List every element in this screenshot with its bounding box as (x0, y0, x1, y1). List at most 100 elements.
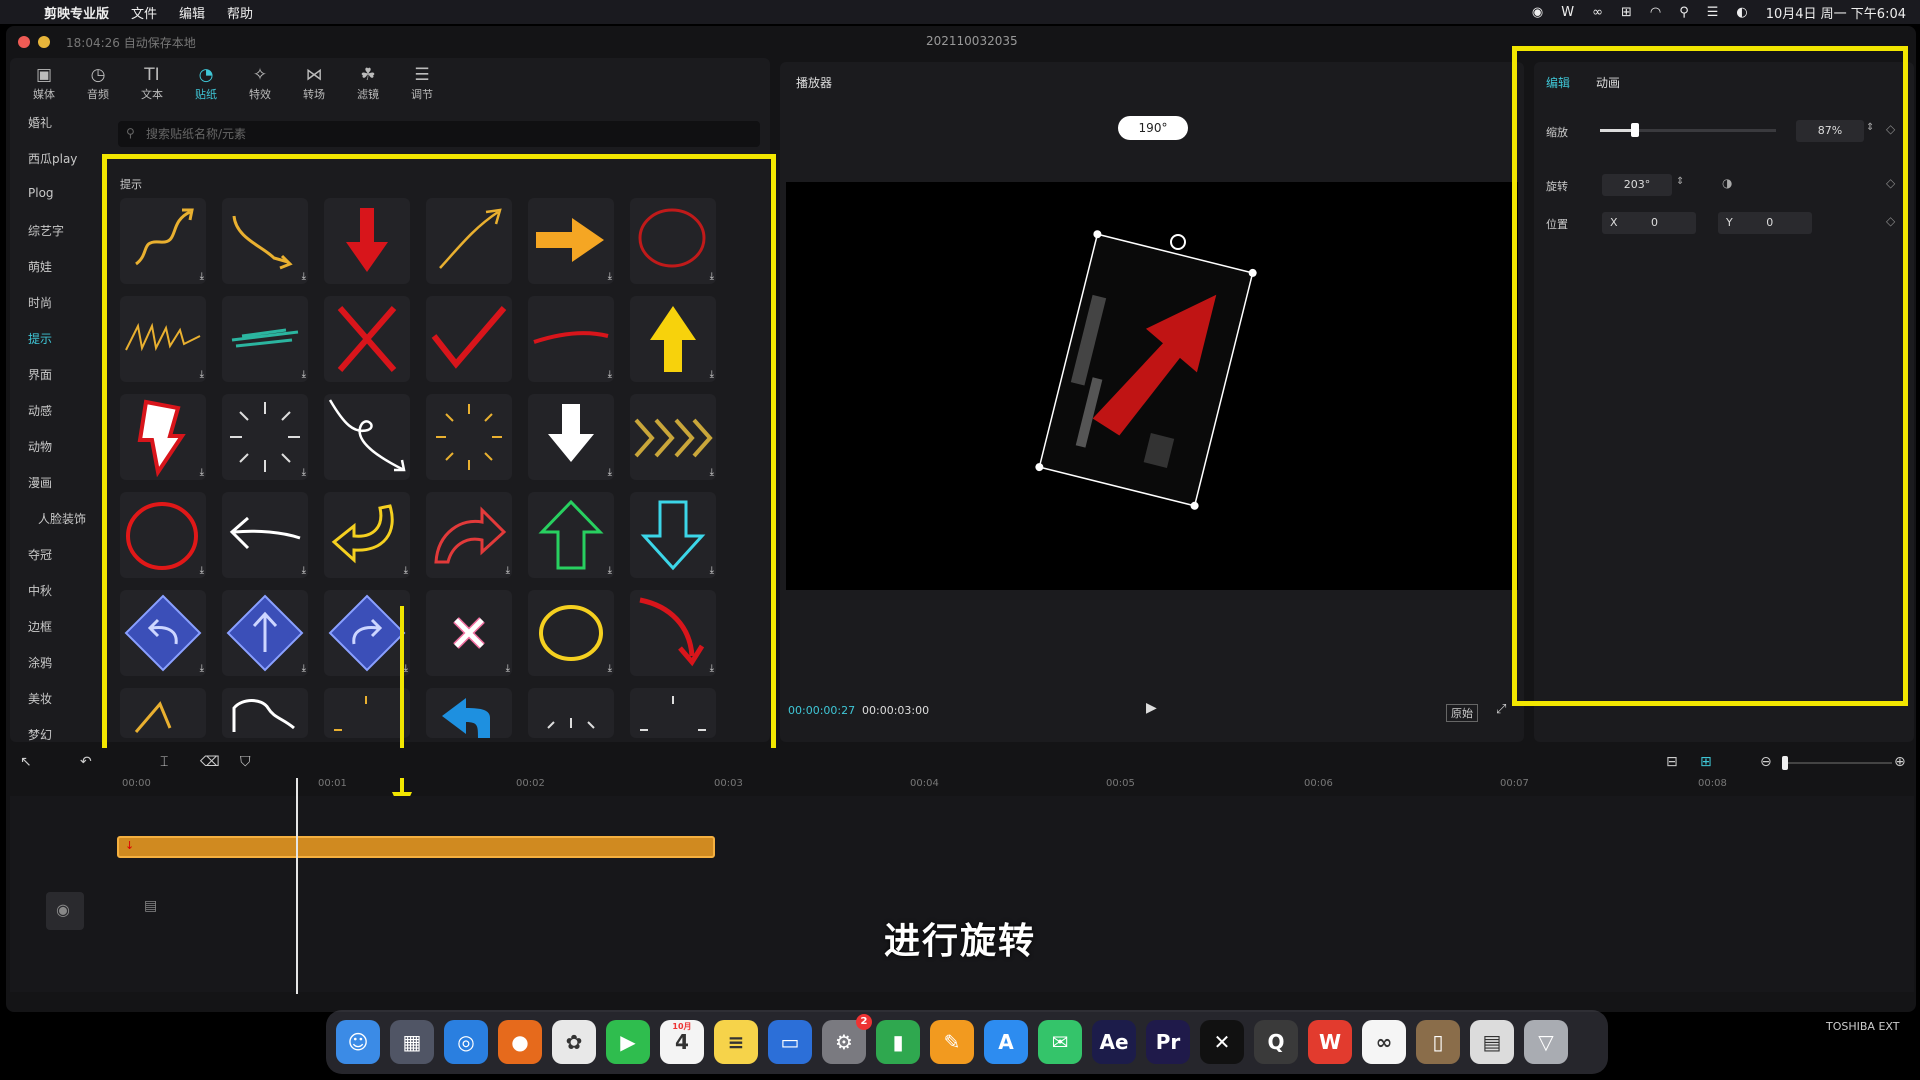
fullscreen-icon[interactable]: ⤢ (1496, 702, 1506, 717)
notes-icon[interactable]: ≡ (714, 1020, 758, 1064)
autosave-status: 18:04:26 自动保存本地 (66, 36, 196, 50)
tool-sticker[interactable]: ◔ 贴纸 (184, 64, 228, 102)
category-item[interactable]: 动感 (28, 402, 52, 419)
app-store-icon[interactable]: A (984, 1020, 1028, 1064)
category-item[interactable]: 综艺字 (28, 222, 64, 239)
undo-icon[interactable]: ↶ (80, 754, 92, 770)
category-item[interactable]: 边框 (28, 618, 52, 635)
category-item[interactable]: 萌娃 (28, 258, 52, 275)
current-time: 00:00:00:27 (788, 704, 856, 717)
menu-file[interactable]: 文件 (131, 3, 157, 22)
snap-icon[interactable]: ⊟ (1666, 754, 1678, 770)
after-effects-icon[interactable]: Ae (1092, 1020, 1136, 1064)
sticker-clip[interactable]: ↓ (117, 836, 715, 858)
delete-icon[interactable]: ⌫ (200, 754, 220, 770)
link-icon[interactable]: ⊞ (1700, 754, 1712, 770)
baidu-status-icon[interactable]: ∞ (1592, 5, 1603, 20)
category-item[interactable]: 中秋 (28, 582, 52, 599)
tool-audio[interactable]: ◷ 音频 (76, 64, 120, 102)
document-icon[interactable]: ▯ (1416, 1020, 1460, 1064)
firefox-icon[interactable]: ● (498, 1020, 542, 1064)
trash-icon[interactable]: ▽ (1524, 1020, 1568, 1064)
wps-status-icon[interactable]: W (1561, 5, 1574, 20)
freeze-icon[interactable]: ⛉ (240, 754, 251, 770)
screen-record-icon[interactable]: ◉ (1532, 5, 1543, 20)
wifi-icon[interactable]: ◠ (1650, 5, 1661, 20)
annotation-highlight-box (1512, 46, 1908, 706)
menu-help[interactable]: 帮助 (227, 3, 253, 22)
rotated-sticker-preview[interactable] (786, 182, 1518, 590)
baidu-netdisk-icon[interactable]: ∞ (1362, 1020, 1406, 1064)
calendar-icon[interactable]: 4 10月 (660, 1020, 704, 1064)
siri-icon[interactable]: ◐ (1736, 5, 1747, 20)
ruler-tick: 00:01 (318, 778, 347, 789)
photos-icon[interactable]: ✿ (552, 1020, 596, 1064)
close-window-button[interactable] (18, 36, 30, 48)
control-center-icon[interactable]: ☰ (1707, 5, 1719, 20)
facetime-icon[interactable]: ▶ (606, 1020, 650, 1064)
clock[interactable]: 10月4日 周一 下午6:04 (1766, 3, 1906, 22)
category-item[interactable]: 人脸装饰 (38, 510, 86, 527)
finder-icon[interactable]: ☺ (336, 1020, 380, 1064)
tool-transition[interactable]: ⋈ 转场 (292, 64, 336, 102)
play-button[interactable]: ▶ (1146, 700, 1157, 716)
category-item[interactable]: 婚礼 (28, 114, 52, 131)
zoom-slider[interactable] (1782, 762, 1892, 764)
system-preferences-icon[interactable]: ⚙ 2 (822, 1014, 872, 1064)
category-item[interactable]: 夺冠 (28, 546, 52, 563)
wechat-icon[interactable]: ✉ (1038, 1020, 1082, 1064)
category-item[interactable]: 动物 (28, 438, 52, 455)
quicktime-icon[interactable]: Q (1254, 1020, 1298, 1064)
category-item[interactable]: 漫画 (28, 474, 52, 491)
filter-icon: ☘ (360, 65, 376, 85)
minimize-window-button[interactable] (38, 36, 50, 48)
ruler-tick: 00:00 (122, 778, 151, 789)
total-time: 00:00:03:00 (862, 704, 930, 717)
rotate-handle-icon[interactable] (1170, 234, 1186, 250)
zoom-slider-handle[interactable] (1782, 756, 1788, 770)
ruler-tick: 00:08 (1698, 778, 1727, 789)
external-drive-label[interactable]: TOSHIBA EXT (1826, 1020, 1899, 1033)
input-method-icon[interactable]: ⊞ (1621, 5, 1632, 20)
category-item[interactable]: 时尚 (28, 294, 52, 311)
category-item[interactable]: 美妆 (28, 690, 52, 707)
ruler-tick: 00:04 (910, 778, 939, 789)
category-item[interactable]: 西瓜play (28, 150, 77, 167)
sticker-icon: ◔ (198, 65, 214, 85)
category-item-active[interactable]: 提示 (28, 330, 52, 347)
wps-icon[interactable]: W (1308, 1020, 1352, 1064)
sticker-search-input[interactable]: 搜索贴纸名称/元素 (118, 121, 760, 147)
numbers-icon[interactable]: ▮ (876, 1020, 920, 1064)
keynote-icon[interactable]: ▭ (768, 1020, 812, 1064)
app-menu[interactable]: 剪映专业版 (44, 3, 109, 22)
category-item[interactable]: 界面 (28, 366, 52, 383)
select-tool-icon[interactable]: ↖ (20, 754, 32, 770)
tool-text[interactable]: TI 文本 (130, 64, 174, 102)
launchpad-icon[interactable]: ▦ (390, 1020, 434, 1064)
category-item[interactable]: 梦幻 (28, 726, 52, 743)
timeline-toolbar: ↖ ↶ ⌶ ⌫ ⛉ ⊟ ⊞ ⊖ ⊕ (10, 748, 1914, 778)
pages-icon[interactable]: ✎ (930, 1020, 974, 1064)
project-title: 202110032035 (926, 34, 1018, 48)
ratio-button[interactable]: 原始 (1446, 704, 1478, 722)
player-title: 播放器 (796, 76, 833, 90)
player-canvas[interactable] (786, 182, 1518, 590)
menu-edit[interactable]: 编辑 (179, 3, 205, 22)
dock: ☺ ▦ ◎ ● ✿ ▶ 4 10月 ≡ ▭ ⚙ 2 ▮ ✎ A ✉ Ae Pr ✕ Q W ∞ ▯ ▤ ▽ (326, 1010, 1608, 1074)
tool-media[interactable]: ▣ 媒体 (22, 64, 66, 102)
safari-icon[interactable]: ◎ (444, 1020, 488, 1064)
tool-filter[interactable]: ☘ 滤镜 (346, 64, 390, 102)
zoom-in-icon[interactable]: ⊕ (1894, 754, 1906, 770)
tool-adjust[interactable]: ☰ 调节 (400, 64, 444, 102)
preview-icon[interactable]: ▤ (1470, 1020, 1514, 1064)
split-icon[interactable]: ⌶ (160, 754, 168, 770)
spotlight-icon[interactable]: ⚲ (1679, 5, 1689, 20)
category-item[interactable]: Plog (28, 186, 54, 200)
menubar: 剪映专业版 文件 编辑 帮助 ◉ W ∞ ⊞ ◠ ⚲ ☰ ◐ 10月4日 周一 … (0, 0, 1920, 24)
capcut-icon[interactable]: ✕ (1200, 1020, 1244, 1064)
category-item[interactable]: 涂鸦 (28, 654, 52, 671)
search-icon: ⚲ (126, 126, 135, 140)
tool-effects[interactable]: ✧ 特效 (238, 64, 282, 102)
premiere-icon[interactable]: Pr (1146, 1020, 1190, 1064)
zoom-out-icon[interactable]: ⊖ (1760, 754, 1772, 770)
